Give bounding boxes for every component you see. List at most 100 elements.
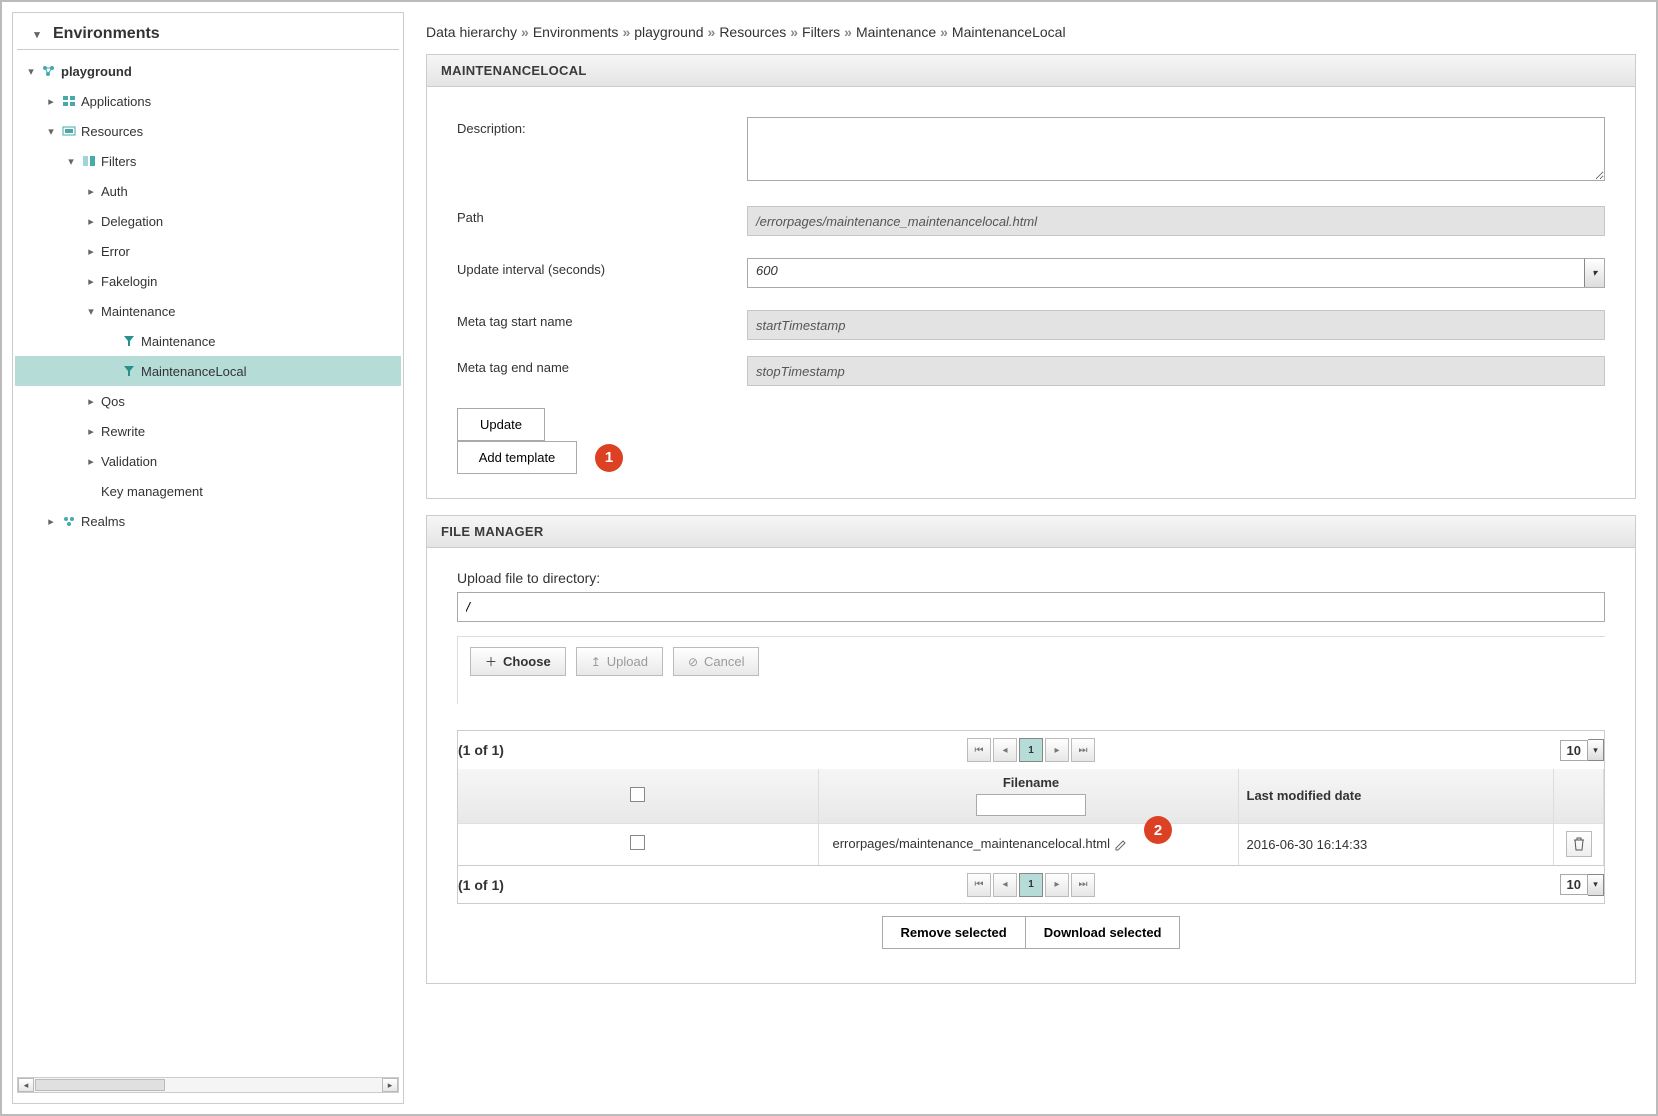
- funnel-icon: [121, 364, 137, 378]
- tree-item[interactable]: ▸Realms: [15, 506, 401, 536]
- res-icon: [61, 124, 77, 138]
- tree-item[interactable]: MaintenanceLocal: [15, 356, 401, 386]
- label-meta-end: Meta tag end name: [457, 356, 747, 375]
- breadcrumb: Data hierarchy»Environments»playground»R…: [426, 14, 1636, 54]
- chevron-right-icon[interactable]: ▸: [85, 275, 97, 288]
- meta-start-field: startTimestamp: [747, 310, 1605, 340]
- pager-next-button[interactable]: ▸: [1045, 873, 1069, 897]
- scroll-right-icon[interactable]: ▸: [382, 1078, 398, 1092]
- column-header-filename: Filename: [818, 769, 1238, 823]
- add-template-button[interactable]: Add template: [457, 441, 577, 474]
- tree-item[interactable]: ▾ playground: [15, 56, 401, 86]
- edit-icon[interactable]: [1114, 838, 1128, 852]
- chevron-right-icon[interactable]: ▸: [45, 95, 57, 108]
- app-icon: [61, 94, 77, 108]
- pager-last-button[interactable]: ⏭: [1071, 873, 1095, 897]
- rows-per-page-select[interactable]: 10 ▾: [1560, 739, 1604, 761]
- tree-item[interactable]: ▸Rewrite: [15, 416, 401, 446]
- pager-page-1[interactable]: 1: [1019, 873, 1043, 897]
- update-button[interactable]: Update: [457, 408, 545, 441]
- maintenance-panel: MAINTENANCELOCAL Description: Path /erro…: [426, 54, 1636, 499]
- description-textarea[interactable]: [747, 117, 1605, 181]
- realm-icon: [61, 514, 77, 528]
- tree-item-label: Key management: [101, 484, 203, 499]
- chevron-down-icon: ▾: [1584, 259, 1604, 287]
- tree-item-label: Qos: [101, 394, 125, 409]
- tree-item[interactable]: ▸ Validation: [15, 446, 401, 476]
- cancel-button[interactable]: ⊘ Cancel: [673, 647, 760, 676]
- download-selected-button[interactable]: Download selected: [1026, 916, 1181, 949]
- scroll-thumb[interactable]: [35, 1079, 165, 1091]
- tree-item[interactable]: ▾Maintenance: [15, 296, 401, 326]
- tree-item-label: MaintenanceLocal: [141, 364, 247, 379]
- upload-label: Upload file to directory:: [457, 570, 1605, 586]
- chevron-right-icon[interactable]: ▸: [45, 515, 57, 528]
- chevron-down-icon: ▾: [31, 28, 43, 41]
- breadcrumb-separator-icon: »: [790, 24, 798, 40]
- tree-item[interactable]: ▸Applications: [15, 86, 401, 116]
- chevron-down-icon[interactable]: ▾: [25, 65, 37, 78]
- tree-item[interactable]: Key management: [15, 476, 401, 506]
- breadcrumb-item[interactable]: Resources: [719, 24, 786, 40]
- pager-next-button[interactable]: ▸: [1045, 738, 1069, 762]
- main-content: Data hierarchy»Environments»playground»R…: [410, 6, 1652, 1110]
- breadcrumb-item[interactable]: playground: [634, 24, 703, 40]
- chevron-right-icon[interactable]: ▸: [85, 395, 97, 408]
- chevron-down-icon[interactable]: ▾: [65, 155, 77, 168]
- breadcrumb-item[interactable]: Data hierarchy: [426, 24, 517, 40]
- tree-item-label: Validation: [101, 454, 157, 469]
- chevron-right-icon[interactable]: ▸: [85, 215, 97, 228]
- table-row: errorpages/maintenance_maintenancelocal.…: [458, 823, 1604, 865]
- pager-page-1[interactable]: 1: [1019, 738, 1043, 762]
- tree-item[interactable]: ▸Fakelogin: [15, 266, 401, 296]
- column-header-actions: [1554, 769, 1604, 823]
- sidebar-title: Environments: [53, 25, 160, 43]
- chevron-down-icon: ▾: [1588, 874, 1604, 896]
- chevron-right-icon[interactable]: ▸: [85, 185, 97, 198]
- tree-item[interactable]: ▾Filters: [15, 146, 401, 176]
- tree-item-label: playground: [61, 64, 132, 79]
- chevron-right-icon[interactable]: ▸: [85, 245, 97, 258]
- filename-filter-input[interactable]: [976, 794, 1086, 816]
- pager-last-button[interactable]: ⏭: [1071, 738, 1095, 762]
- upload-path-input[interactable]: [457, 592, 1605, 622]
- breadcrumb-item[interactable]: MaintenanceLocal: [952, 24, 1066, 40]
- column-header-modified: Last modified date: [1238, 769, 1554, 823]
- chevron-down-icon[interactable]: ▾: [45, 125, 57, 138]
- tree-item-label: Auth: [101, 184, 128, 199]
- pager-prev-button[interactable]: ◂: [993, 873, 1017, 897]
- choose-button[interactable]: ＋ Choose: [470, 647, 566, 676]
- pager-info: (1 of 1): [458, 742, 504, 758]
- tree-item[interactable]: ▾Resources: [15, 116, 401, 146]
- select-all-checkbox[interactable]: [630, 787, 645, 802]
- row-checkbox[interactable]: [630, 835, 645, 850]
- horizontal-scrollbar[interactable]: ◂ ▸: [17, 1077, 399, 1093]
- chevron-down-icon[interactable]: ▾: [85, 305, 97, 318]
- pager-first-button[interactable]: ⏮: [967, 738, 991, 762]
- tree-item[interactable]: ▸ Auth: [15, 176, 401, 206]
- pager-prev-button[interactable]: ◂: [993, 738, 1017, 762]
- rows-per-page-select[interactable]: 10 ▾: [1560, 874, 1604, 896]
- tree-item[interactable]: ▸Delegation: [15, 206, 401, 236]
- chevron-right-icon[interactable]: ▸: [85, 455, 97, 468]
- breadcrumb-item[interactable]: Filters: [802, 24, 840, 40]
- tree-item[interactable]: ▸ Qos: [15, 386, 401, 416]
- delete-button[interactable]: [1566, 831, 1592, 857]
- file-table: (1 of 1) ⏮ ◂ 1 ▸ ⏭ 10 ▾: [457, 730, 1605, 904]
- scroll-left-icon[interactable]: ◂: [18, 1078, 34, 1092]
- upload-button[interactable]: ↥ Upload: [576, 647, 663, 676]
- tree-item[interactable]: ▸Error: [15, 236, 401, 266]
- chevron-right-icon[interactable]: ▸: [85, 425, 97, 438]
- remove-selected-button[interactable]: Remove selected: [882, 916, 1026, 949]
- update-interval-select[interactable]: 600 ▾: [747, 258, 1605, 288]
- pager-first-button[interactable]: ⏮: [967, 873, 991, 897]
- tree-item[interactable]: Maintenance: [15, 326, 401, 356]
- annotation-badge-2: 2: [1144, 816, 1172, 844]
- panel-title: MAINTENANCELOCAL: [427, 55, 1635, 87]
- breadcrumb-item[interactable]: Environments: [533, 24, 619, 40]
- breadcrumb-item[interactable]: Maintenance: [856, 24, 936, 40]
- filter-icon: [81, 154, 97, 168]
- breadcrumb-separator-icon: »: [521, 24, 529, 40]
- sidebar-header[interactable]: ▾ Environments: [17, 19, 399, 50]
- breadcrumb-separator-icon: »: [622, 24, 630, 40]
